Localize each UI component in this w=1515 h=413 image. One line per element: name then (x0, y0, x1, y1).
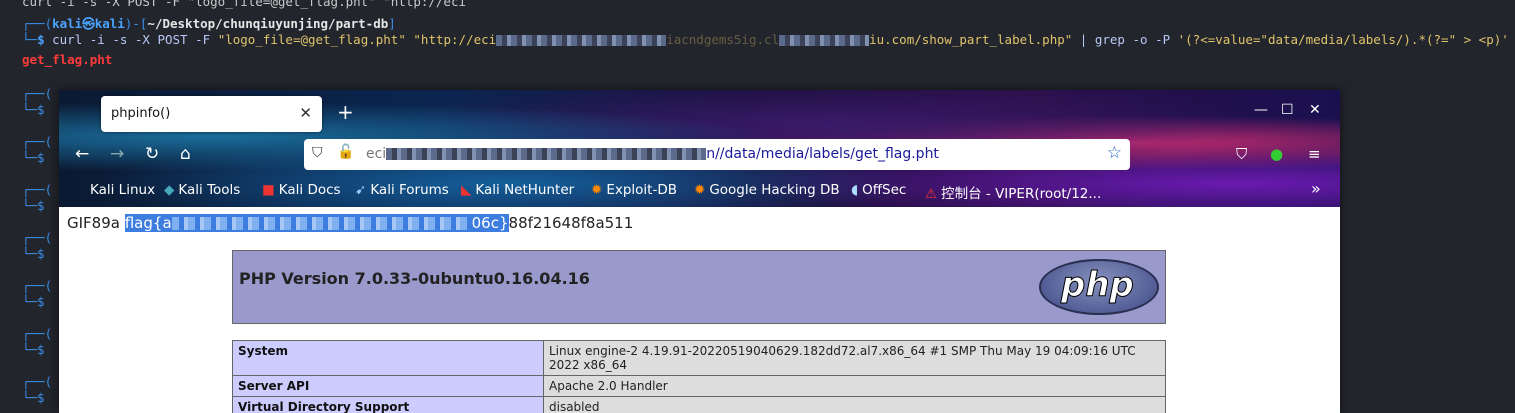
close-tab-icon[interactable]: ✕ (299, 104, 312, 122)
terminal-prompt-stub: ┌──( (22, 230, 53, 245)
url-text: eci n//data/media/labels/get_flag.pht (366, 146, 939, 162)
php-version-header: PHP Version 7.0.33-0ubuntu0.16.04.16 php (232, 250, 1166, 324)
php-logo[interactable]: php (1039, 259, 1159, 315)
bookmark-label: 控制台 - VIPER(root/12... (941, 186, 1102, 202)
url-bar[interactable]: ⛉ 🔓 eci n//data/media/labels/get_flag.pht… (304, 139, 1130, 170)
terminal-prompt-stub: └─$ (22, 198, 45, 213)
extension-icon[interactable]: ● (1270, 145, 1283, 163)
redacted-block (386, 148, 707, 160)
bookmark-label: Kali Linux (90, 182, 156, 198)
bookmark-offsec[interactable]: ◖ OffSec (851, 182, 906, 198)
terminal-prompt: ┌──(kali㉿kali)-[~/Desktop/chunqiuyunjing… (22, 16, 396, 31)
bookmark-label: Kali Forums (370, 182, 449, 198)
terminal-prompt-stub: ┌──( (22, 374, 53, 389)
bookmark-label: Exploit-DB (606, 182, 677, 198)
pocket-icon[interactable]: ⛉ (1236, 145, 1247, 163)
minimize-icon[interactable]: — (1254, 102, 1268, 118)
bookmark-label: Kali Docs (278, 182, 341, 198)
bookmark-kali-nethunter[interactable]: ◣ Kali NetHunter (461, 182, 574, 198)
bookmark-label: Kali Tools (178, 182, 241, 198)
terminal-prompt-stub: ┌──( (22, 326, 53, 341)
insecure-lock-icon[interactable]: 🔓 (337, 144, 354, 160)
bookmark-label: OffSec (862, 182, 907, 198)
page-content: GIF89a flag{a 06c}88f21648f8a511 PHP Vers… (59, 207, 1340, 413)
bookmark-google-hacking-db[interactable]: ✹ Google Hacking DB (694, 182, 840, 198)
more-bookmarks-icon[interactable]: » (1311, 179, 1321, 198)
close-window-icon[interactable]: ✕ (1309, 102, 1321, 118)
table-row: System Linux engine-2 4.19.91-2022051904… (232, 340, 1166, 376)
terminal-prompt-stub: └─$ (22, 150, 45, 165)
table-row: Server API Apache 2.0 Handler (232, 375, 1166, 397)
kali-docs-icon: ■ (262, 182, 275, 198)
terminal-previous-line: curl -i -s -X POST -F "logo_file=@get_fl… (22, 0, 467, 9)
viper-icon: ⚠ (925, 186, 938, 202)
tab-title: phpinfo() (111, 106, 171, 121)
terminal-prompt-stub: └─$ (22, 294, 45, 309)
new-tab-icon[interactable]: + (337, 100, 354, 124)
table-row: Virtual Directory Support disabled (232, 396, 1166, 413)
maximize-icon[interactable]: ☐ (1281, 102, 1294, 118)
bookmark-kali-tools[interactable]: ◆ Kali Tools (164, 182, 240, 198)
bookmark-label: Google Hacking DB (709, 182, 840, 198)
terminal-prompt-stub: └─$ (22, 342, 45, 357)
forward-icon[interactable]: → (110, 144, 124, 164)
table-key: System (232, 340, 544, 376)
browser-window: phpinfo() ✕ + — ☐ ✕ ← → ↻ ⌂ ⛉ 🔓 eci n//da… (59, 90, 1340, 413)
menu-icon[interactable]: ≡ (1308, 145, 1321, 163)
table-key: Server API (232, 375, 544, 397)
terminal-prompt-stub: ┌──( (22, 134, 53, 149)
terminal-prompt-stub: ┌──( (22, 182, 53, 197)
terminal-command: └─$ curl -i -s -X POST -F "logo_file=@ge… (22, 32, 1509, 47)
bookmark-kali-linux[interactable]: Kali Linux (90, 182, 155, 198)
tab-phpinfo[interactable]: phpinfo() ✕ (101, 96, 322, 132)
terminal-prompt-stub: └─$ (22, 102, 45, 117)
terminal-prompt-stub: └─$ (22, 246, 45, 261)
nethunter-icon: ◣ (461, 182, 472, 198)
bookmark-exploit-db[interactable]: ✹ Exploit-DB (591, 182, 677, 198)
redacted-block (171, 217, 472, 230)
bookmark-viper[interactable]: ⚠ 控制台 - VIPER(root/12... (925, 182, 1101, 202)
php-version-title: PHP Version 7.0.33-0ubuntu0.16.04.16 (239, 269, 590, 288)
table-value: Linux engine-2 4.19.91-20220519040629.18… (543, 340, 1166, 376)
exploit-db-icon: ✹ (591, 182, 603, 198)
table-value: disabled (543, 396, 1166, 413)
redacted-block (779, 35, 870, 46)
terminal-prompt-stub: └─$ (22, 390, 45, 405)
shield-icon[interactable]: ⛉ (312, 145, 323, 161)
table-value: Apache 2.0 Handler (543, 375, 1166, 397)
terminal-prompt-stub: ┌──( (22, 86, 53, 101)
back-icon[interactable]: ← (75, 144, 89, 164)
terminal-prompt-stub: ┌──( (22, 278, 53, 293)
bookmark-label: Kali NetHunter (475, 182, 575, 198)
kali-tools-icon: ◆ (164, 182, 175, 198)
selected-text[interactable]: flag{a 06c} (124, 214, 509, 232)
ghdb-icon: ✹ (694, 182, 706, 198)
offsec-icon: ◖ (851, 182, 859, 198)
bookmark-kali-forums[interactable]: ➹ Kali Forums (355, 182, 449, 198)
bookmark-kali-docs[interactable]: ■ Kali Docs (262, 182, 341, 198)
kali-forums-icon: ➹ (355, 182, 367, 198)
bookmark-star-icon[interactable]: ☆ (1107, 143, 1122, 163)
home-icon[interactable]: ⌂ (180, 144, 191, 164)
browser-chrome: phpinfo() ✕ + — ☐ ✕ ← → ↻ ⌂ ⛉ 🔓 eci n//da… (59, 90, 1340, 207)
redacted-block (496, 35, 667, 46)
flag-output: GIF89a flag{a 06c}88f21648f8a511 (67, 214, 634, 232)
table-key: Virtual Directory Support (232, 396, 544, 413)
phpinfo-table: System Linux engine-2 4.19.91-2022051904… (232, 340, 1166, 413)
terminal-output: get_flag.pht (22, 52, 113, 67)
reload-icon[interactable]: ↻ (145, 144, 159, 164)
